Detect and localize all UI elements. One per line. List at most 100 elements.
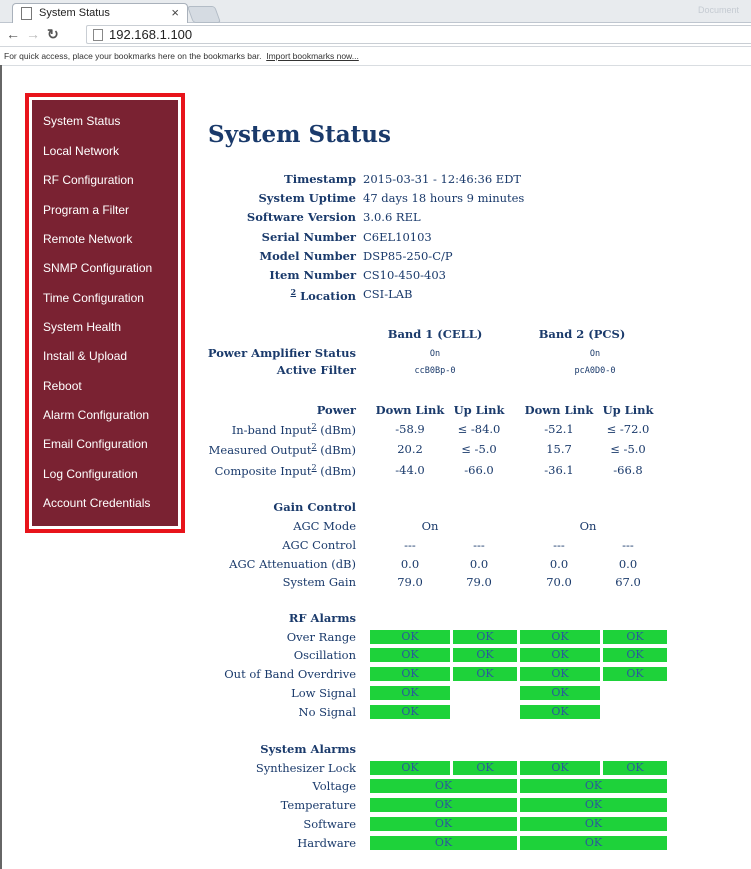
url-text: 192.168.1.100 [109, 27, 193, 42]
serial-number-value: C6EL10103 [363, 230, 432, 244]
over-range-label: Over Range [286, 630, 356, 644]
footnote-link[interactable]: 2 [290, 287, 296, 297]
band-1-header: Band 1 (CELL) [387, 327, 483, 341]
sidebar-item-program-filter[interactable]: Program a Filter [43, 203, 129, 217]
power-header: Power [316, 403, 356, 417]
table-cell: 0.0 [618, 557, 638, 571]
sidebar: System Status Local Network RF Configura… [32, 100, 178, 526]
sidebar-item-snmp-configuration[interactable]: SNMP Configuration [43, 261, 152, 275]
synthesizer-lock-label: Synthesizer Lock [255, 761, 356, 775]
composite-input-label: Composite Input2 (dBm) [214, 463, 356, 478]
status-badge: OK [453, 667, 517, 681]
table-cell: --- [473, 538, 485, 552]
agc-control-label: AGC Control [282, 538, 356, 552]
sidebar-item-account-credentials[interactable]: Account Credentials [43, 496, 150, 510]
status-badge: OK [453, 648, 517, 662]
status-badge: OK [520, 667, 600, 681]
status-badge: OK [520, 686, 600, 700]
new-tab-button[interactable] [186, 6, 222, 23]
address-bar[interactable]: 192.168.1.100 [86, 25, 751, 44]
active-filter-band2: pcA0D0-0 [574, 366, 616, 376]
table-cell: 79.0 [397, 575, 423, 589]
status-badge: OK [520, 798, 667, 812]
active-filter-label: Active Filter [276, 363, 356, 377]
status-badge: OK [370, 630, 450, 644]
browser-toolbar: ← → ↻ 192.168.1.100 [0, 23, 751, 47]
status-badge: OK [603, 630, 667, 644]
back-arrow-icon[interactable]: ← [6, 26, 20, 42]
out-of-band-overdrive-label: Out of Band Overdrive [224, 667, 356, 681]
status-badge: OK [370, 705, 450, 719]
import-bookmarks-link[interactable]: Import bookmarks now... [266, 51, 359, 61]
table-cell: 79.0 [466, 575, 492, 589]
inband-input-label: In-band Input2 (dBm) [231, 422, 356, 437]
agc-mode-band1: On [421, 519, 439, 533]
status-badge: OK [370, 798, 517, 812]
table-cell: -66.8 [613, 463, 643, 477]
software-version-label: Software Version [246, 210, 356, 224]
table-cell: 0.0 [469, 557, 489, 571]
page-icon [21, 7, 32, 20]
status-badge: OK [370, 761, 450, 775]
table-cell: 70.0 [546, 575, 572, 589]
table-cell: ≤ -5.0 [610, 442, 646, 456]
location-label: 2 Location [290, 287, 356, 303]
bookmark-hint: For quick access, place your bookmarks h… [4, 51, 262, 61]
timestamp-label: Timestamp [284, 172, 356, 186]
table-cell: 20.2 [397, 442, 423, 456]
sidebar-item-system-status[interactable]: System Status [43, 114, 120, 128]
agc-mode-band2: On [579, 519, 597, 533]
model-number-label: Model Number [259, 249, 356, 263]
sidebar-item-reboot[interactable]: Reboot [43, 379, 82, 393]
tab-strip: System Status × Document [0, 0, 751, 23]
model-number-value: DSP85-250-C/P [363, 249, 453, 263]
location-value: CSI-LAB [363, 287, 413, 301]
status-badge: OK [453, 761, 517, 775]
system-gain-label: System Gain [282, 575, 356, 589]
sidebar-item-time-configuration[interactable]: Time Configuration [43, 291, 144, 305]
table-cell: -52.1 [544, 422, 574, 436]
status-badge: OK [603, 761, 667, 775]
tab-title: System Status [39, 7, 110, 19]
sidebar-item-remote-network[interactable]: Remote Network [43, 232, 132, 246]
sidebar-item-install-upload[interactable]: Install & Upload [43, 349, 127, 363]
timestamp-value: 2015-03-31 - 12:46:36 EDT [363, 172, 522, 186]
pa-status-label: Power Amplifier Status [207, 346, 356, 360]
sidebar-item-rf-configuration[interactable]: RF Configuration [43, 173, 134, 187]
uptime-value: 47 days 18 hours 9 minutes [363, 191, 525, 205]
table-cell: --- [404, 538, 416, 552]
col-uplink-1: Up Link [453, 403, 505, 417]
forward-arrow-icon[interactable]: → [26, 26, 40, 42]
status-badge: OK [520, 836, 667, 850]
close-tab-icon[interactable]: × [171, 5, 179, 20]
low-signal-label: Low Signal [291, 686, 356, 700]
table-cell: -36.1 [544, 463, 574, 477]
sidebar-item-email-configuration[interactable]: Email Configuration [43, 437, 148, 451]
status-badge: OK [370, 667, 450, 681]
status-badge: OK [370, 686, 450, 700]
temperature-label: Temperature [280, 798, 356, 812]
reload-icon[interactable]: ↻ [47, 26, 59, 43]
system-alarms-header: System Alarms [260, 742, 356, 756]
status-badge: OK [453, 630, 517, 644]
pa-status-band2: On [589, 349, 601, 359]
sidebar-item-log-configuration[interactable]: Log Configuration [43, 467, 138, 481]
status-badge: OK [603, 667, 667, 681]
agc-mode-label: AGC Mode [293, 519, 356, 533]
col-downlink-1: Down Link [375, 403, 445, 417]
table-cell: ≤ -72.0 [606, 422, 650, 436]
browser-tab[interactable]: System Status × [12, 3, 188, 23]
table-cell: -66.0 [464, 463, 494, 477]
status-badge: OK [520, 817, 667, 831]
status-badge: OK [370, 817, 517, 831]
table-cell: 0.0 [400, 557, 420, 571]
status-badge: OK [370, 648, 450, 662]
sidebar-item-local-network[interactable]: Local Network [43, 144, 119, 158]
sidebar-item-system-health[interactable]: System Health [43, 320, 121, 334]
software-label: Software [303, 817, 356, 831]
status-badge: OK [520, 705, 600, 719]
table-cell: -58.9 [395, 422, 425, 436]
sidebar-item-alarm-configuration[interactable]: Alarm Configuration [43, 408, 149, 422]
item-number-value: CS10-450-403 [363, 268, 446, 282]
no-signal-label: No Signal [298, 705, 357, 719]
